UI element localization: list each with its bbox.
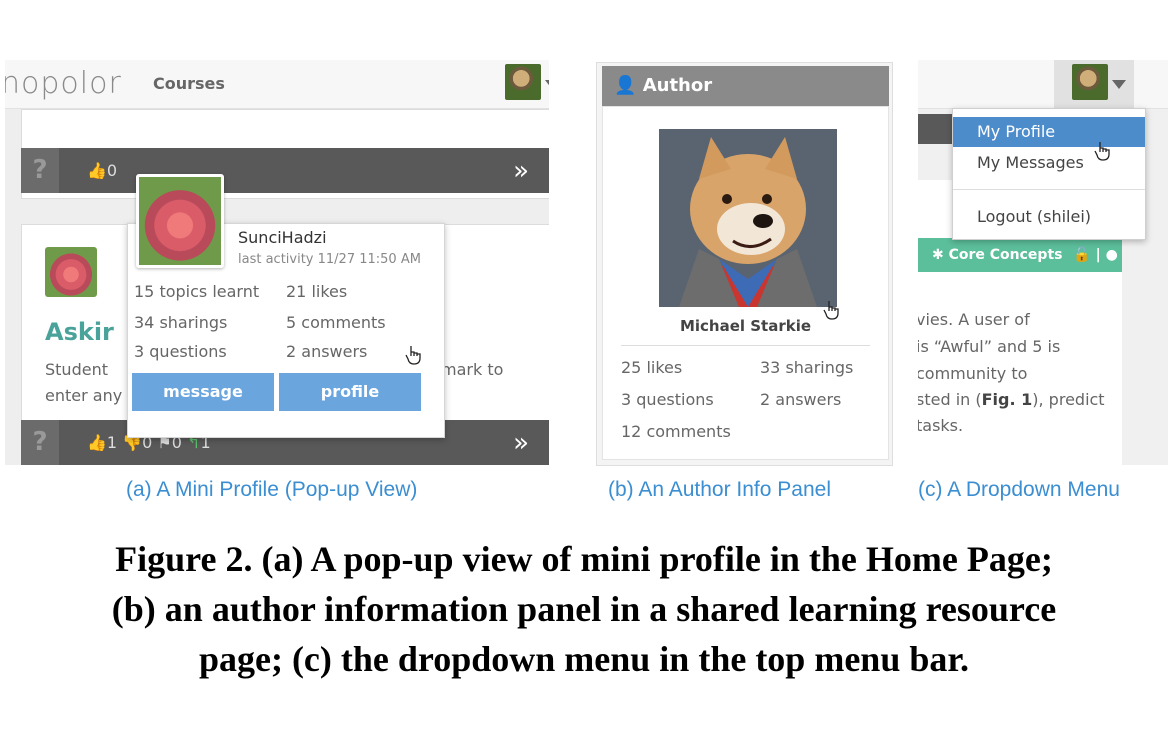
line4-end: ), predict <box>1032 390 1105 409</box>
post-text-end: mark to <box>441 360 504 379</box>
asterisk-icon: ✱ <box>932 247 944 263</box>
core-concepts-tag[interactable]: ✱ Core Concepts 🔓 | ● <box>918 238 1122 272</box>
stat-likes: 25 likes <box>621 358 683 377</box>
dropdown-menu-panel: ✱ Core Concepts 🔓 | ● vies. A user of is… <box>918 60 1168 465</box>
thumbs-up-icon: 👍 <box>87 161 107 180</box>
hand-cursor-icon <box>823 301 839 320</box>
dog-portrait <box>659 129 837 307</box>
figure-ref-link[interactable]: Fig. 1 <box>982 390 1033 409</box>
stat-sharings: 33 sharings <box>760 358 854 377</box>
hand-cursor-icon <box>405 346 421 365</box>
thumbs-up-icon[interactable]: 👍 <box>87 433 107 452</box>
mini-profile-panel: nopolor Courses ? 👍0 » Askir Student mar… <box>5 60 549 465</box>
stat-answers: 2 answers <box>760 390 842 409</box>
unlock-icon: 🔓 <box>1073 247 1091 263</box>
menu-item-my-messages[interactable]: My Messages <box>953 148 1145 178</box>
text-line-5: tasks. <box>918 416 964 435</box>
line4-start: sted in ( <box>918 390 982 409</box>
author-avatar[interactable] <box>45 247 97 297</box>
dropdown-menu: My Profile My Messages Logout (shilei) <box>952 108 1146 240</box>
menu-item-my-profile[interactable]: My Profile <box>953 117 1145 147</box>
subcaption-b: (b) An Author Info Panel <box>608 478 831 501</box>
menu-divider <box>953 189 1145 190</box>
chevron-down-icon[interactable] <box>1112 80 1126 89</box>
text-line-3: community to <box>918 364 1028 383</box>
chevron-down-icon[interactable] <box>545 80 549 89</box>
figure-caption-line-1: Figure 2. (a) A pop-up view of mini prof… <box>115 539 1053 579</box>
dot-icon: | ● <box>1095 247 1118 263</box>
hand-cursor-icon <box>1094 142 1110 161</box>
post-action-bar: ? 👍0 » <box>21 148 549 193</box>
top-menu-bar <box>918 60 1168 109</box>
stat-topics: 15 topics learnt <box>134 282 260 301</box>
likes-value: 0 <box>106 161 118 180</box>
author-info-panel: 👤 Author Michael Starkie 25 likes 33 sha… <box>596 62 893 466</box>
message-button[interactable]: message <box>132 373 274 411</box>
figure-caption-line-2: (b) an author information panel in a sha… <box>111 589 1057 629</box>
site-logo[interactable]: nopolor <box>5 66 122 101</box>
post-title[interactable]: Askir <box>45 318 114 346</box>
stat-sharings: 34 sharings <box>134 313 228 332</box>
subcaption-a: (a) A Mini Profile (Pop-up View) <box>126 478 418 501</box>
stat-answers: 2 answers <box>286 342 368 361</box>
author-header-title: Author <box>642 75 713 96</box>
forward-icon[interactable]: » <box>513 428 529 458</box>
author-card: Michael Starkie 25 likes 33 sharings 3 q… <box>602 106 889 460</box>
subcaption-c: (c) A Dropdown Menu <box>918 478 1120 501</box>
last-activity: last activity 11/27 11:50 AM <box>238 252 421 267</box>
stat-questions: 3 questions <box>621 390 714 409</box>
stat-likes: 21 likes <box>286 282 348 301</box>
top-menu-bar: nopolor Courses <box>5 60 549 109</box>
mini-profile-popup: SunciHadzi last activity 11/27 11:50 AM … <box>127 174 445 438</box>
tag-label: Core Concepts <box>948 247 1063 263</box>
stat-comments: 12 comments <box>621 422 731 441</box>
help-icon[interactable]: ? <box>21 420 59 465</box>
profile-name: SunciHadzi <box>238 228 327 247</box>
likes-value: 1 <box>106 433 118 452</box>
text-line-4: sted in (Fig. 1), predict <box>918 390 1105 409</box>
user-avatar[interactable] <box>1072 64 1108 100</box>
text-line-2: is “Awful” and 5 is <box>918 337 1061 356</box>
stat-comments: 5 comments <box>286 313 386 332</box>
profile-photo <box>136 174 224 268</box>
user-icon: 👤 <box>614 75 637 96</box>
divider <box>621 345 870 346</box>
menu-item-logout[interactable]: Logout (shilei) <box>953 202 1145 232</box>
stat-questions: 3 questions <box>134 342 227 361</box>
like-count[interactable]: 👍0 <box>87 161 117 180</box>
post-text-start: Student <box>45 360 108 379</box>
text-line-1: vies. A user of <box>918 310 1030 329</box>
author-name[interactable]: Michael Starkie <box>603 317 888 335</box>
author-photo[interactable] <box>659 129 837 307</box>
figure-caption-line-3: page; (c) the dropdown menu in the top m… <box>198 639 970 679</box>
nav-link-courses[interactable]: Courses <box>153 74 225 93</box>
help-icon[interactable]: ? <box>21 148 59 193</box>
forward-icon[interactable]: » <box>513 156 529 186</box>
user-avatar[interactable] <box>505 64 541 100</box>
profile-button[interactable]: profile <box>279 373 421 411</box>
author-header: 👤 Author <box>602 66 889 106</box>
